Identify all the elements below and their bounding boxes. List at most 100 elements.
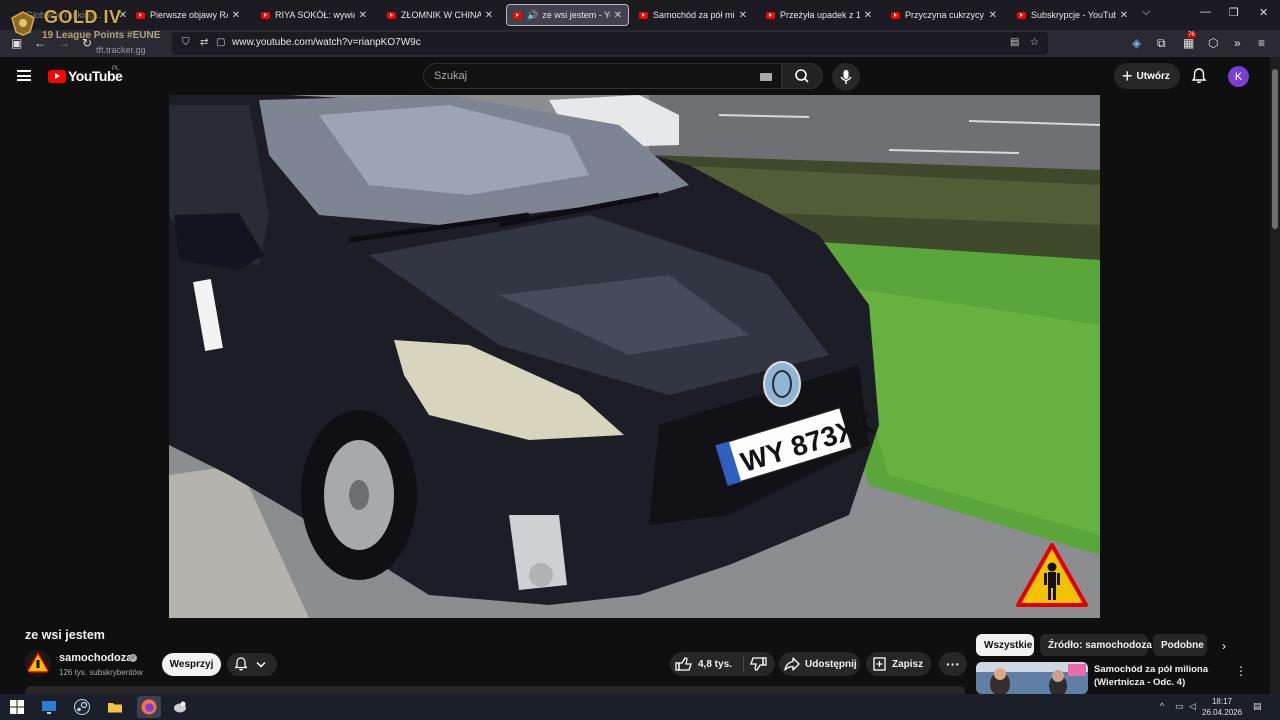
windows-taskbar: ^ ▭ ◁ 18:17 26.04.2026 ▤ xyxy=(0,694,1280,720)
tab-title: ZŁOMNIK W CHINACH # xyxy=(401,10,481,20)
window-close-icon[interactable]: ✕ xyxy=(1259,6,1268,19)
more-actions-button[interactable]: ··· xyxy=(939,652,967,676)
tab-globalne[interactable]: Globalne ranking... ✕ xyxy=(8,4,133,26)
plus-icon: + xyxy=(1122,66,1133,86)
tab-title: Przeżyła upadek z 10 000 xyxy=(780,10,860,20)
tab-przezyla[interactable]: Przeżyła upadek z 10 000 ✕ xyxy=(760,4,878,26)
notifications-bell-icon[interactable] xyxy=(1190,67,1208,85)
tab-bar: Globalne ranking... ✕ Pierwsze objawy RAK… xyxy=(0,0,1280,30)
tab-title: Pierwsze objawy RAKA PŁ xyxy=(150,10,228,20)
share-label: Udostępnij xyxy=(805,658,857,670)
tab-riya-sokol[interactable]: RIYA SOKÓŁ: wywiad, pie ✕ xyxy=(255,4,373,26)
restore-icon[interactable]: ❐ xyxy=(1229,6,1239,19)
hamburger-menu-icon[interactable] xyxy=(17,70,31,81)
overflow-chevron-icon[interactable]: » xyxy=(1234,36,1241,50)
steam-icon[interactable] xyxy=(73,698,91,716)
video-player[interactable]: WY 873XK xyxy=(169,95,1100,618)
scrollbar-thumb[interactable] xyxy=(1272,69,1278,229)
search-button[interactable] xyxy=(781,63,823,89)
subscription-notifications-button[interactable] xyxy=(227,653,277,676)
tab-title: ze wsi jestem - YouTube xyxy=(542,10,610,20)
reader-view-icon[interactable]: ▤ xyxy=(1010,37,1019,48)
minimize-icon[interactable]: — xyxy=(1200,6,1211,18)
permissions-icon[interactable]: ⇄ xyxy=(200,37,208,48)
notifications-icon[interactable]: ▤ xyxy=(1253,701,1262,712)
reload-icon[interactable]: ↻ xyxy=(82,36,92,50)
close-icon[interactable]: ✕ xyxy=(232,10,240,21)
description-box[interactable] xyxy=(25,686,965,694)
close-icon[interactable]: ✕ xyxy=(359,10,367,21)
close-icon[interactable]: ✕ xyxy=(864,10,872,21)
extension-badge: 76 xyxy=(1187,32,1196,38)
like-dislike-group: 4,8 tys. xyxy=(670,652,775,676)
sidebar-toggle-icon[interactable]: ▣ xyxy=(11,36,22,50)
pinned-app-icon[interactable] xyxy=(171,698,189,716)
tab-list-chevron-icon[interactable]: ⌵ xyxy=(1142,6,1150,19)
bookmark-star-icon[interactable]: ☆ xyxy=(1030,37,1039,48)
windows-start-icon[interactable] xyxy=(8,698,26,716)
video-frame: WY 873XK xyxy=(169,95,1100,618)
tab-zlomnik[interactable]: ZŁOMNIK W CHINACH # ✕ xyxy=(381,4,499,26)
recommendation-thumbnail[interactable] xyxy=(976,662,1088,694)
extension-shield-icon[interactable]: ◈ xyxy=(1132,36,1141,50)
chevron-right-icon[interactable]: › xyxy=(1222,639,1226,653)
search-input[interactable]: Szukaj xyxy=(423,63,783,89)
recommendation-title[interactable]: Samochód za pół miliona (Wiertnicza - Od… xyxy=(1094,663,1224,689)
chip-all[interactable]: Wszystkie xyxy=(976,634,1034,656)
file-explorer-icon[interactable] xyxy=(106,698,124,716)
create-button[interactable]: + Utwórz xyxy=(1114,63,1180,89)
youtube-icon xyxy=(766,11,775,19)
back-icon[interactable]: ← xyxy=(34,36,46,50)
menu-icon[interactable]: ≡ xyxy=(1258,36,1265,50)
url-text[interactable]: www.youtube.com/watch?v=rianpKO7W9c xyxy=(232,37,421,48)
tab-samochod[interactable]: Samochód za pół miliona ✕ xyxy=(633,4,753,26)
close-icon[interactable]: ✕ xyxy=(989,10,997,21)
chip-source[interactable]: Źródło: samochodoza xyxy=(1040,634,1152,656)
youtube-header: YouTube PL Szukaj + Utwórz K xyxy=(0,57,1270,95)
keyboard-icon[interactable] xyxy=(760,73,772,81)
privacy-badger-icon[interactable]: ⬡ xyxy=(1208,36,1218,50)
extensions-icon[interactable]: ⧉ xyxy=(1157,36,1166,51)
forward-icon[interactable]: → xyxy=(58,36,70,50)
close-icon[interactable]: ✕ xyxy=(1120,10,1128,21)
like-icon[interactable] xyxy=(670,652,698,676)
voice-search-button[interactable] xyxy=(832,63,860,91)
clock[interactable]: 18:17 26.04.2026 xyxy=(1202,696,1242,718)
network-icon[interactable]: ▭ xyxy=(1175,701,1184,712)
volume-icon[interactable]: ◁ xyxy=(1189,701,1196,712)
more-vertical-icon[interactable]: ⋮ xyxy=(1235,664,1247,678)
youtube-icon xyxy=(136,11,145,19)
tab-title: Globalne ranking... xyxy=(26,10,102,20)
share-icon xyxy=(784,657,800,671)
youtube-icon xyxy=(1017,11,1026,19)
close-icon[interactable]: ✕ xyxy=(119,10,127,21)
like-count[interactable]: 4,8 tys. xyxy=(698,659,732,670)
monitor-app-icon[interactable] xyxy=(40,698,58,716)
tab-subskrypcje[interactable]: Subskrypcje - YouTube ✕ xyxy=(1011,4,1134,26)
youtube-icon xyxy=(387,11,396,19)
account-avatar[interactable]: K xyxy=(1228,66,1249,87)
close-icon[interactable]: ✕ xyxy=(614,10,622,21)
firefox-icon[interactable] xyxy=(140,698,158,716)
chip-related[interactable]: Podobne xyxy=(1153,634,1207,656)
dislike-icon[interactable] xyxy=(744,652,774,676)
warning-sign-icon xyxy=(1016,543,1088,607)
channel-avatar[interactable] xyxy=(25,650,51,676)
tab-przyczyna[interactable]: Przyczyna cukrzycy NR1. ✕ xyxy=(885,4,1003,26)
extension-icon[interactable]: ▦ xyxy=(1183,36,1194,50)
support-button[interactable]: Wesprzyj xyxy=(162,653,221,676)
share-button[interactable]: Udostępnij xyxy=(779,652,860,676)
shield-icon[interactable]: ⛉ xyxy=(182,37,190,48)
close-icon[interactable]: ✕ xyxy=(485,10,493,21)
tray-overflow-chevron-icon[interactable]: ^ xyxy=(1160,701,1164,711)
speaker-icon[interactable]: 🔊 xyxy=(527,10,538,21)
close-icon[interactable]: ✕ xyxy=(739,10,747,21)
page-scrollbar[interactable] xyxy=(1270,57,1280,694)
address-bar[interactable]: ⛉ ⇄ ▢ www.youtube.com/watch?v=rianpKO7W9… xyxy=(172,32,1048,55)
save-button[interactable]: Zapisz xyxy=(866,652,931,676)
tab-ze-wsi-jestem[interactable]: 🔊 ze wsi jestem - YouTube ✕ xyxy=(506,4,629,26)
tab-pierwsze-objawy[interactable]: Pierwsze objawy RAKA PŁ ✕ xyxy=(130,4,246,26)
youtube-play-icon xyxy=(48,69,66,83)
channel-name[interactable]: samochodoza xyxy=(59,652,132,664)
more-horizontal-icon: ··· xyxy=(946,656,960,672)
